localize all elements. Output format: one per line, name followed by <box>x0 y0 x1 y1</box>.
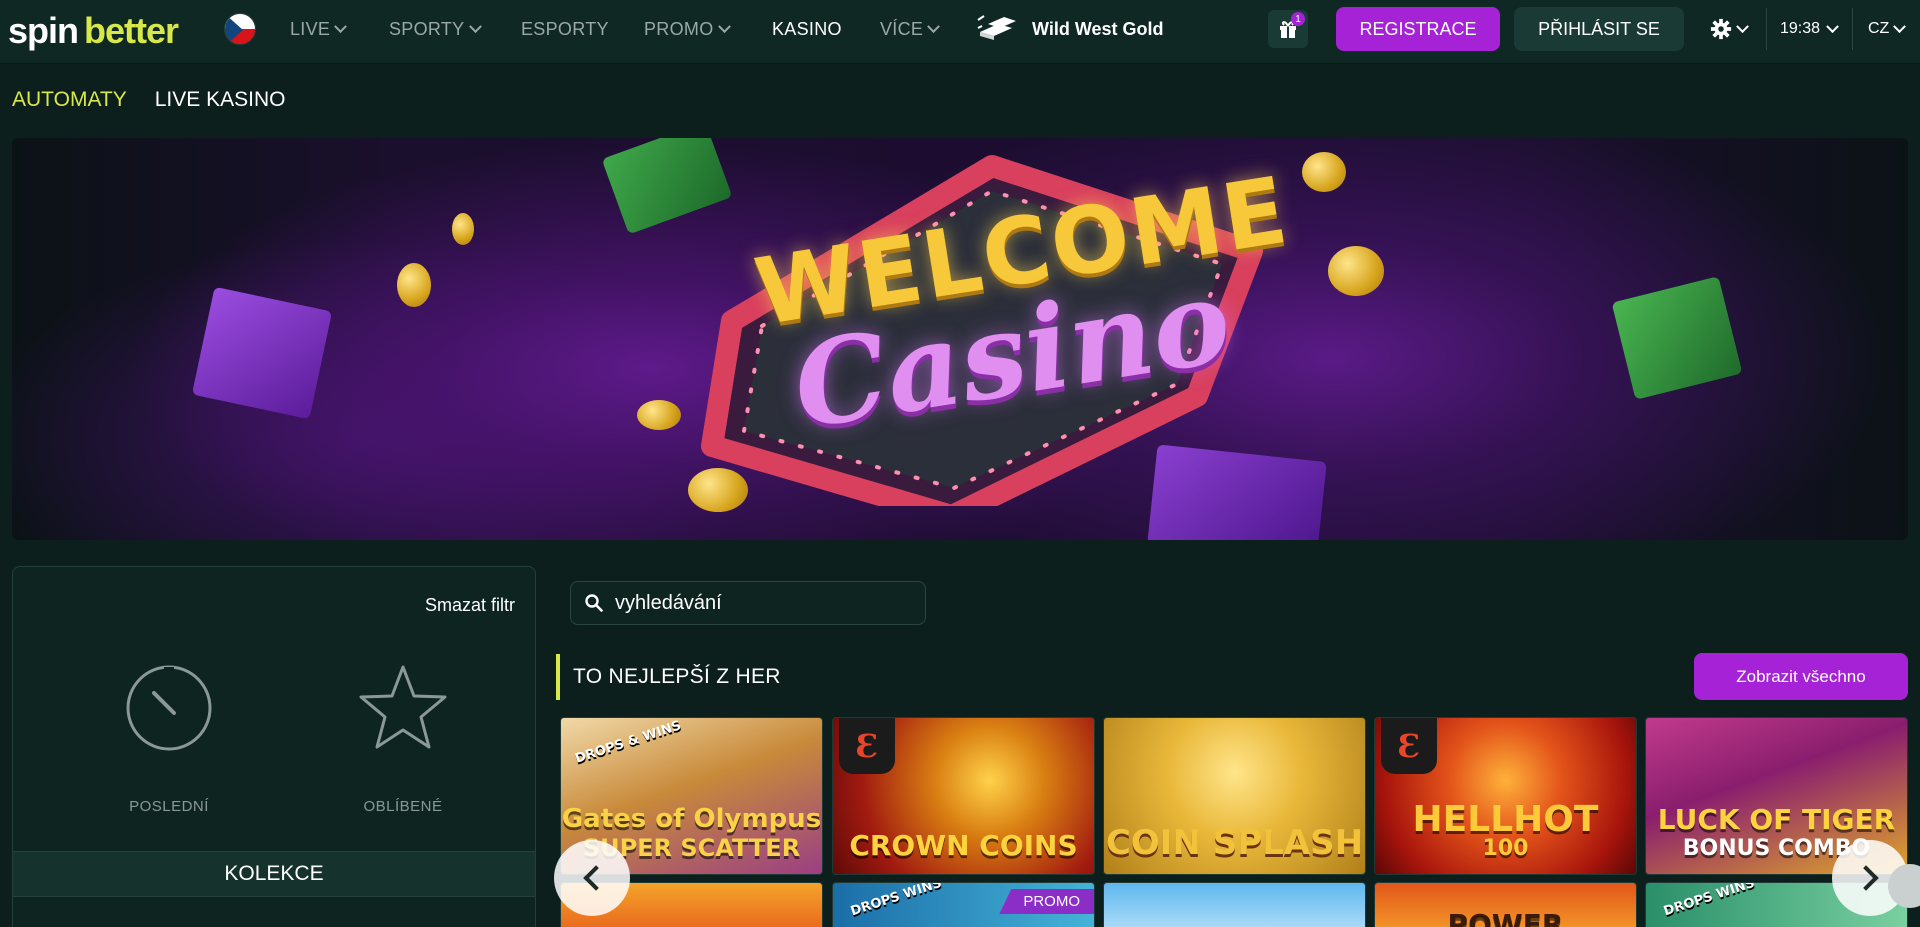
language-code: CZ <box>1868 20 1890 37</box>
game-title-main: LUCK OF TIGER <box>1657 803 1896 836</box>
green-gift-icon <box>1611 276 1743 400</box>
nav-sporty[interactable]: SPORTY <box>389 0 482 58</box>
logo-better: better <box>84 10 179 51</box>
nav-promo[interactable]: PROMO <box>644 0 731 58</box>
filter-favorites-label: OBLÍBENÉ <box>363 798 443 815</box>
game-card-power[interactable]: POWER <box>1374 882 1637 927</box>
chevron-down-icon <box>717 19 731 33</box>
divider <box>1766 8 1767 50</box>
clock-menu[interactable]: 19:38 <box>1780 14 1839 44</box>
coin-icon <box>397 263 431 307</box>
gold-bars-icon <box>977 15 1016 40</box>
search-icon <box>585 594 603 612</box>
nav-esporty-label: ESPORTY <box>521 18 609 39</box>
game-card[interactable] <box>1103 882 1366 927</box>
filter-recent[interactable]: POSLEDNÍ <box>89 663 249 815</box>
chevron-down-icon <box>1893 19 1907 33</box>
game-search[interactable] <box>570 581 926 625</box>
divider <box>1852 8 1853 50</box>
site-logo[interactable]: spin better <box>8 10 179 52</box>
game-title: CROWN COINS <box>849 829 1078 862</box>
tab-automaty[interactable]: AUTOMATY <box>12 88 127 112</box>
chevron-left-icon <box>583 865 609 891</box>
game-title-main: HELLHOT <box>1412 799 1599 840</box>
nav-promo-label: PROMO <box>644 18 714 39</box>
carousel-prev-button[interactable] <box>554 840 630 916</box>
top-header: spin better LIVE SPORTY ESPORTY PROMO KA… <box>0 0 1920 64</box>
chevron-down-icon <box>1736 19 1749 33</box>
star-icon <box>359 665 447 749</box>
chevron-down-icon <box>468 19 482 33</box>
filter-recent-label: POSLEDNÍ <box>129 798 209 815</box>
nav-kasino[interactable]: KASINO <box>772 0 842 58</box>
chevron-down-icon <box>334 19 348 33</box>
login-button[interactable]: PŘIHLÁSIT SE <box>1514 7 1684 51</box>
coin-icon <box>688 468 748 512</box>
chevron-down-icon <box>927 19 941 33</box>
settings-menu[interactable] <box>1710 14 1749 44</box>
logo-spin: spin <box>8 10 79 51</box>
register-button[interactable]: REGISTRACE <box>1336 7 1500 51</box>
chevron-down-icon <box>1826 19 1839 33</box>
casino-subtabs: AUTOMATY LIVE KASINO <box>12 88 285 112</box>
game-title: COIN SPLASH <box>1105 823 1364 863</box>
game-title-main: Gates of Olympus <box>561 804 822 834</box>
drops-wins-badge: DROPS WINS <box>1661 882 1757 920</box>
purple-gift-icon <box>191 286 333 420</box>
gift-button[interactable]: 1 <box>1268 10 1308 48</box>
search-input[interactable] <box>615 591 905 615</box>
stopwatch-icon <box>126 665 212 751</box>
game-title: POWER <box>1447 908 1564 927</box>
game-subtitle: 100 <box>1482 836 1529 861</box>
promo-tag: PROMO <box>999 889 1094 914</box>
gear-icon <box>1710 18 1732 40</box>
filter-favorites[interactable]: OBLÍBENÉ <box>323 663 483 815</box>
featured-game-link[interactable]: Wild West Gold <box>976 12 1164 46</box>
section-accent-bar <box>556 654 560 700</box>
nav-live[interactable]: LIVE <box>290 0 348 58</box>
section-title: TO NEJLEPŠÍ Z HER <box>573 665 781 688</box>
nav-vice[interactable]: VÍCE <box>880 0 941 58</box>
drops-wins-badge: DROPS & WINS <box>573 718 684 767</box>
drops-wins-badge: DROPS WINS <box>848 882 944 920</box>
gift-count-badge: 1 <box>1291 12 1305 26</box>
nav-sporty-label: SPORTY <box>389 18 465 39</box>
nav-vice-label: VÍCE <box>880 18 924 39</box>
clock-time: 19:38 <box>1780 20 1821 37</box>
nav-esporty[interactable]: ESPORTY <box>521 0 609 58</box>
show-all-button[interactable]: Zobrazit všechno <box>1694 653 1908 700</box>
game-card-crown-coins[interactable]: Ɛ CROWN COINS <box>832 717 1095 875</box>
clear-filter-link[interactable]: Smazat filtr <box>425 595 515 616</box>
collections-header[interactable]: KOLEKCE <box>13 851 535 897</box>
provider-logo-icon: Ɛ <box>1381 718 1437 774</box>
coin-icon <box>1302 152 1346 192</box>
language-menu[interactable]: CZ <box>1868 14 1907 44</box>
welcome-banner[interactable]: WELCOME Casino <box>12 138 1908 540</box>
purple-gift-icon <box>1147 444 1327 540</box>
game-card-hellhot-100[interactable]: Ɛ HELLHOT 100 <box>1374 717 1637 875</box>
game-title: HELLHOT 100 <box>1413 802 1599 874</box>
game-card-coin-splash[interactable]: COIN SPLASH <box>1103 717 1366 875</box>
nav-kasino-label: KASINO <box>772 18 842 39</box>
filter-panel: Smazat filtr POSLEDNÍ OBLÍBENÉ KOLEKCE <box>12 566 536 927</box>
coin-icon <box>452 213 474 245</box>
chevron-right-icon <box>1853 865 1879 891</box>
coin-icon <box>1328 246 1384 296</box>
czech-flag-icon[interactable] <box>224 13 256 45</box>
game-card-promo[interactable]: DROPS WINS PROMO <box>832 882 1095 927</box>
featured-game-label: Wild West Gold <box>1032 18 1164 39</box>
nav-live-label: LIVE <box>290 18 331 39</box>
coin-icon <box>637 400 681 430</box>
provider-logo-icon: Ɛ <box>839 718 895 774</box>
tab-live-kasino[interactable]: LIVE KASINO <box>155 88 286 112</box>
